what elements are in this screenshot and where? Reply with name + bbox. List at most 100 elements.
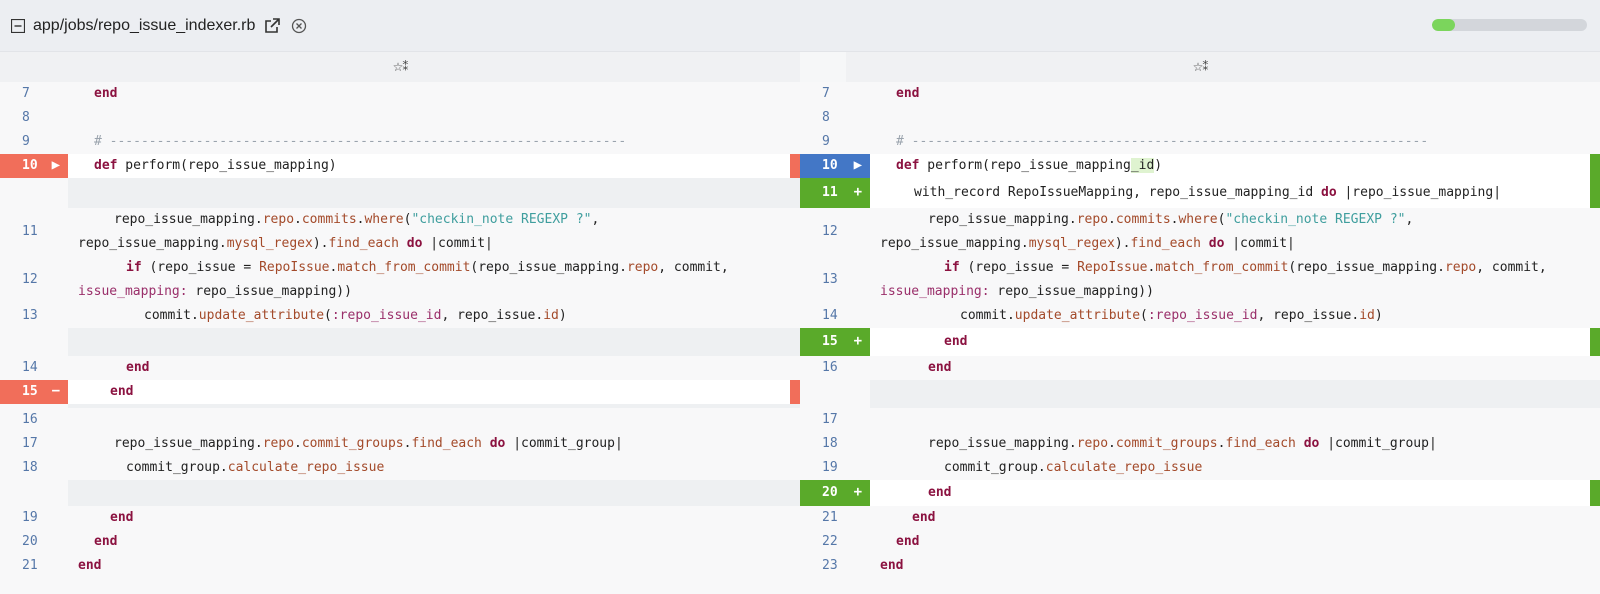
code-text: end: [896, 534, 920, 549]
code-line: 7 end: [800, 82, 1600, 106]
code-text: if (repo_issue = RepoIssue.match_from_co…: [78, 260, 737, 299]
change-indicator: [1590, 328, 1600, 356]
close-icon[interactable]: [291, 18, 307, 34]
spacer: [68, 480, 800, 506]
spacer-row: [0, 480, 800, 506]
spacer-row: [0, 328, 800, 356]
line-number-gutter[interactable]: 7: [800, 82, 870, 106]
line-number-gutter[interactable]: 18: [0, 456, 68, 480]
added-marker-icon: +: [853, 333, 862, 349]
line-number-gutter[interactable]: 8: [800, 106, 870, 130]
expand-icon[interactable]: ☆⁑: [1193, 60, 1209, 74]
code-text: end: [880, 558, 904, 573]
line-number: 16: [22, 412, 38, 427]
line-number-gutter[interactable]: 13: [0, 304, 68, 328]
code-text: end: [896, 86, 920, 101]
line-number-gutter[interactable]: [0, 328, 68, 356]
line-number-gutter[interactable]: 10 ▶: [0, 154, 68, 178]
line-number-gutter[interactable]: 21: [800, 506, 870, 530]
code-line: 22 end: [800, 530, 1600, 554]
code-text: end: [78, 558, 102, 573]
code-text: end: [912, 510, 936, 525]
line-number-gutter[interactable]: 7: [0, 82, 68, 106]
line-number-gutter[interactable]: 9: [0, 130, 68, 154]
line-number-gutter[interactable]: 17: [800, 408, 870, 432]
line-number-gutter[interactable]: 22: [800, 530, 870, 554]
line-number-gutter[interactable]: 8: [0, 106, 68, 130]
line-number-gutter[interactable]: 14: [800, 304, 870, 328]
code-text: commit.update_attribute(:repo_issue_id, …: [144, 308, 567, 323]
code-line: 21 end: [800, 506, 1600, 530]
line-number: 19: [822, 460, 838, 475]
code-text: end: [110, 510, 134, 525]
line-number-gutter[interactable]: 18: [800, 432, 870, 456]
line-number: 13: [822, 272, 838, 287]
line-number-gutter[interactable]: 12: [800, 208, 870, 256]
line-number-gutter[interactable]: 19: [800, 456, 870, 480]
line-number-gutter[interactable]: 9: [800, 130, 870, 154]
external-link-icon[interactable]: [263, 17, 281, 35]
line-number: 14: [822, 308, 838, 323]
line-number-gutter[interactable]: 20: [0, 530, 68, 554]
line-number: 9: [22, 134, 30, 149]
code-line: 23 end: [800, 554, 1600, 578]
line-number-gutter[interactable]: 11 +: [800, 178, 870, 208]
line-number-gutter[interactable]: 11: [0, 208, 68, 256]
code-text: end: [110, 384, 134, 399]
line-number-gutter[interactable]: 16: [0, 408, 68, 432]
line-number-gutter[interactable]: 23: [800, 554, 870, 578]
change-indicator: [790, 154, 800, 178]
line-number: 7: [22, 86, 30, 101]
code-line: 13 commit.update_attribute(:repo_issue_id…: [0, 304, 800, 328]
line-number: 21: [822, 510, 838, 525]
line-number-gutter[interactable]: 17: [0, 432, 68, 456]
code-text: # --------------------------------------…: [94, 134, 627, 149]
code-line: 19 end: [0, 506, 800, 530]
code-line: 7 end: [0, 82, 800, 106]
code-text: end: [928, 485, 952, 500]
line-number-gutter[interactable]: 12: [0, 256, 68, 304]
code-line: 19 commit_group.calculate_repo_issue: [800, 456, 1600, 480]
change-indicator: [790, 380, 800, 404]
line-number-gutter[interactable]: 10 ▶: [800, 154, 870, 178]
code-line: 18 repo_issue_mapping.repo.commit_groups.…: [800, 432, 1600, 456]
file-header: app/jobs/repo_issue_indexer.rb: [0, 0, 1600, 52]
code-line: 20 end: [0, 530, 800, 554]
code-text: end: [944, 334, 968, 349]
code-line: 11 + with_record RepoIssueMapping, repo_is…: [800, 178, 1600, 208]
line-number-gutter[interactable]: [0, 480, 68, 506]
code-text: end: [94, 86, 118, 101]
line-number: 18: [22, 460, 38, 475]
line-number-gutter[interactable]: 15−: [0, 380, 68, 404]
line-number-gutter[interactable]: [0, 178, 68, 208]
progress-bar: [1432, 19, 1587, 31]
expand-icon[interactable]: ☆⁑: [393, 60, 409, 74]
added-marker-icon: +: [853, 484, 862, 500]
code-line: 20 + end: [800, 480, 1600, 506]
code-line: 12 if (repo_issue = RepoIssue.match_from_…: [0, 256, 800, 304]
line-number: 17: [822, 412, 838, 427]
line-number-gutter[interactable]: 19: [0, 506, 68, 530]
code-line: 15− end: [0, 380, 800, 404]
line-number-gutter[interactable]: 13: [800, 256, 870, 304]
change-indicator: [1590, 480, 1600, 506]
line-number-gutter[interactable]: 16: [800, 356, 870, 380]
code-line: 18 commit_group.calculate_repo_issue: [0, 456, 800, 480]
line-number: 12: [822, 224, 838, 239]
code-text: end: [94, 534, 118, 549]
spacer: [68, 328, 800, 356]
code-line: 16 end: [800, 356, 1600, 380]
progress-fill: [1432, 19, 1456, 31]
code-line: 12 repo_issue_mapping.repo.commits.where(…: [800, 208, 1600, 256]
line-number: 21: [22, 558, 38, 573]
line-number-gutter[interactable]: 21: [0, 554, 68, 578]
right-pane-header: ☆⁑: [800, 52, 1600, 82]
code-line: 13 if (repo_issue = RepoIssue.match_from_…: [800, 256, 1600, 304]
collapse-icon[interactable]: [11, 18, 25, 33]
code-text: commit_group.calculate_repo_issue: [126, 460, 385, 475]
line-number-gutter[interactable]: [800, 380, 870, 408]
line-number-gutter[interactable]: 15 +: [800, 328, 870, 356]
line-number-gutter[interactable]: 14: [0, 356, 68, 380]
line-number: 11: [822, 185, 838, 200]
line-number-gutter[interactable]: 20 +: [800, 480, 870, 506]
